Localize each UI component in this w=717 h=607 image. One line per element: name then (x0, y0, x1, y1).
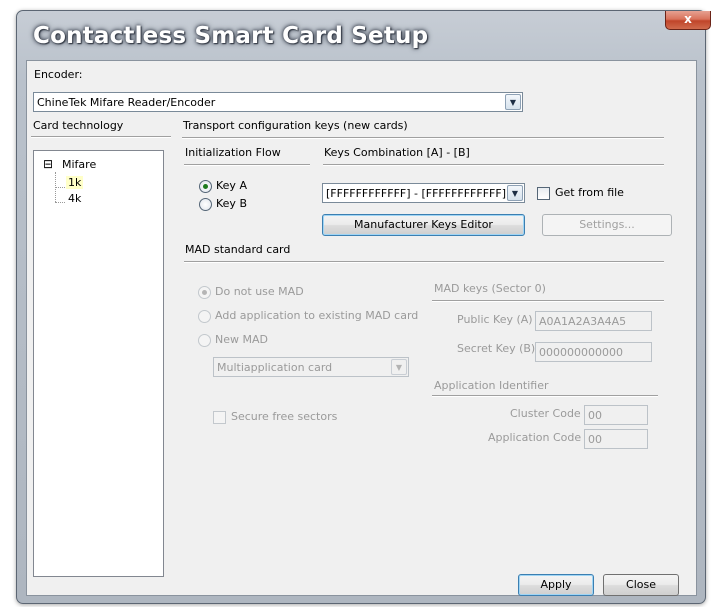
do-not-use-mad-label[interactable]: Do not use MAD (215, 285, 304, 298)
mad-keys-divider (432, 300, 664, 302)
mad-type-value: Multiapplication card (217, 361, 333, 374)
close-button[interactable]: Close (603, 574, 679, 596)
application-code-label: Application Code (488, 431, 582, 444)
add-application-radio[interactable] (198, 310, 211, 323)
chevron-down-icon[interactable]: ▼ (391, 359, 407, 375)
get-from-file-checkbox[interactable] (537, 187, 550, 200)
transport-keys-divider (182, 137, 664, 139)
key-b-label[interactable]: Key B (216, 197, 247, 210)
mad-standard-card-header: MAD standard card (185, 243, 291, 256)
keys-combination-label: Keys Combination [A] - [B] (324, 146, 470, 159)
application-code-field[interactable]: 00 (584, 429, 648, 449)
window-title: Contactless Smart Card Setup (33, 23, 429, 49)
public-key-label: Public Key (A) (457, 313, 533, 326)
cluster-code-field[interactable]: 00 (584, 405, 648, 425)
keys-combination-divider (323, 164, 664, 166)
public-key-field[interactable]: A0A1A2A3A4A5 (535, 311, 652, 331)
new-mad-label[interactable]: New MAD (215, 333, 268, 346)
mad-divider (184, 261, 664, 263)
encoder-selected-value: ChineTek Mifare Reader/Encoder (37, 96, 216, 109)
manufacturer-keys-editor-button[interactable]: Manufacturer Keys Editor (322, 214, 525, 236)
tree-connector (55, 187, 65, 188)
public-key-value: A0A1A2A3A4A5 (539, 315, 627, 328)
apply-button[interactable]: Apply (518, 574, 594, 596)
key-a-radio[interactable] (199, 180, 212, 193)
tree-node-mifare[interactable]: Mifare (62, 158, 96, 171)
application-code-value: 00 (588, 433, 602, 446)
dialog-window: Contactless Smart Card Setup x Encoder: … (16, 10, 711, 604)
chevron-down-icon[interactable]: ▼ (507, 185, 523, 201)
application-identifier-divider (432, 395, 658, 397)
secret-key-field[interactable]: 000000000000 (535, 342, 652, 362)
tree-node-4k[interactable]: 4k (68, 192, 81, 205)
transport-keys-header: Transport configuration keys (new cards) (183, 119, 408, 132)
chevron-down-icon[interactable]: ▼ (505, 94, 521, 110)
minus-box-icon[interactable]: ⊟ (43, 157, 53, 171)
key-a-label[interactable]: Key A (216, 179, 247, 192)
card-technology-divider (31, 136, 171, 138)
secure-free-sectors-checkbox[interactable] (213, 411, 226, 424)
encoder-select[interactable]: ChineTek Mifare Reader/Encoder ▼ (33, 92, 523, 112)
key-b-radio[interactable] (199, 198, 212, 211)
cluster-code-label: Cluster Code (510, 407, 581, 420)
init-flow-divider (184, 164, 310, 166)
settings-button[interactable]: Settings... (542, 214, 672, 236)
close-icon[interactable]: x (665, 11, 711, 30)
secret-key-label: Secret Key (B) (457, 342, 536, 355)
card-technology-label: Card technology (33, 119, 124, 132)
get-from-file-label[interactable]: Get from file (555, 186, 624, 199)
add-application-label[interactable]: Add application to existing MAD card (215, 309, 418, 322)
card-technology-tree[interactable]: ⊟ Mifare 1k 4k (33, 150, 164, 577)
cluster-code-value: 00 (588, 409, 602, 422)
do-not-use-mad-radio[interactable] (198, 286, 211, 299)
new-mad-radio[interactable] (198, 334, 211, 347)
mad-type-select[interactable]: Multiapplication card ▼ (213, 357, 409, 377)
secret-key-value: 000000000000 (539, 346, 623, 359)
keys-combination-select[interactable]: [FFFFFFFFFFFF] - [FFFFFFFFFFFF] ▼ (322, 183, 525, 203)
keys-combination-value: [FFFFFFFFFFFF] - [FFFFFFFFFFFF] (326, 187, 506, 200)
encoder-label: Encoder: (34, 68, 83, 81)
mad-keys-header: MAD keys (Sector 0) (434, 282, 546, 295)
application-identifier-header: Application Identifier (434, 379, 549, 392)
tree-connector (55, 202, 65, 203)
tree-node-1k[interactable]: 1k (66, 176, 84, 189)
dialog-client-area: Encoder: ChineTek Mifare Reader/Encoder … (26, 60, 697, 596)
initialization-flow-label: Initialization Flow (185, 146, 281, 159)
secure-free-sectors-label[interactable]: Secure free sectors (231, 410, 337, 423)
